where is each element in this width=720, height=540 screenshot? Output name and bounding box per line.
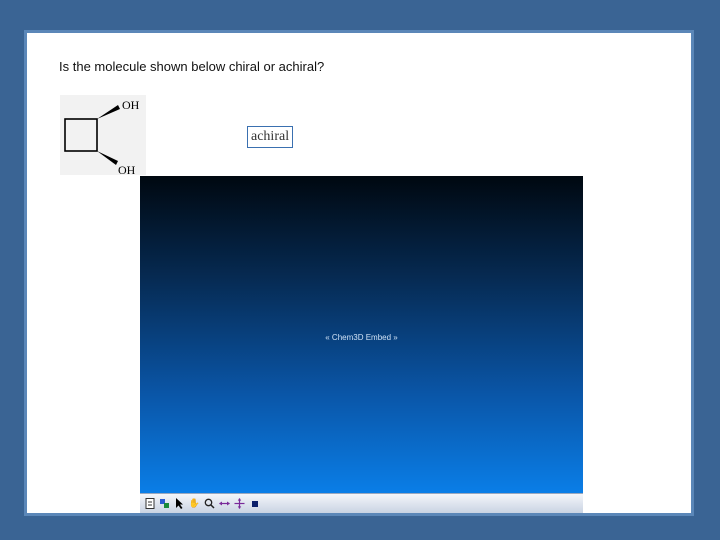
embed-toolbar: ✋: [140, 493, 583, 513]
oh-bottom-label: OH: [118, 163, 136, 175]
translate-icon[interactable]: [219, 498, 230, 509]
zoom-icon[interactable]: [204, 498, 215, 509]
hand-icon[interactable]: ✋: [189, 498, 200, 509]
move-icon[interactable]: [234, 498, 245, 509]
rotate-icon[interactable]: [159, 498, 170, 509]
slide: Is the molecule shown below chiral or ac…: [24, 30, 694, 516]
oh-top-label: OH: [122, 98, 140, 112]
answer-box[interactable]: achiral: [247, 126, 294, 148]
chem3d-embed[interactable]: « Chem3D Embed » ✋: [140, 176, 583, 513]
molecule-structure: OH OH: [60, 95, 146, 175]
select-arrow-icon[interactable]: [174, 498, 185, 509]
document-icon[interactable]: [144, 498, 155, 509]
embed-label: « Chem3D Embed »: [325, 333, 398, 342]
stop-icon[interactable]: [249, 498, 260, 509]
question-text: Is the molecule shown below chiral or ac…: [59, 59, 325, 74]
